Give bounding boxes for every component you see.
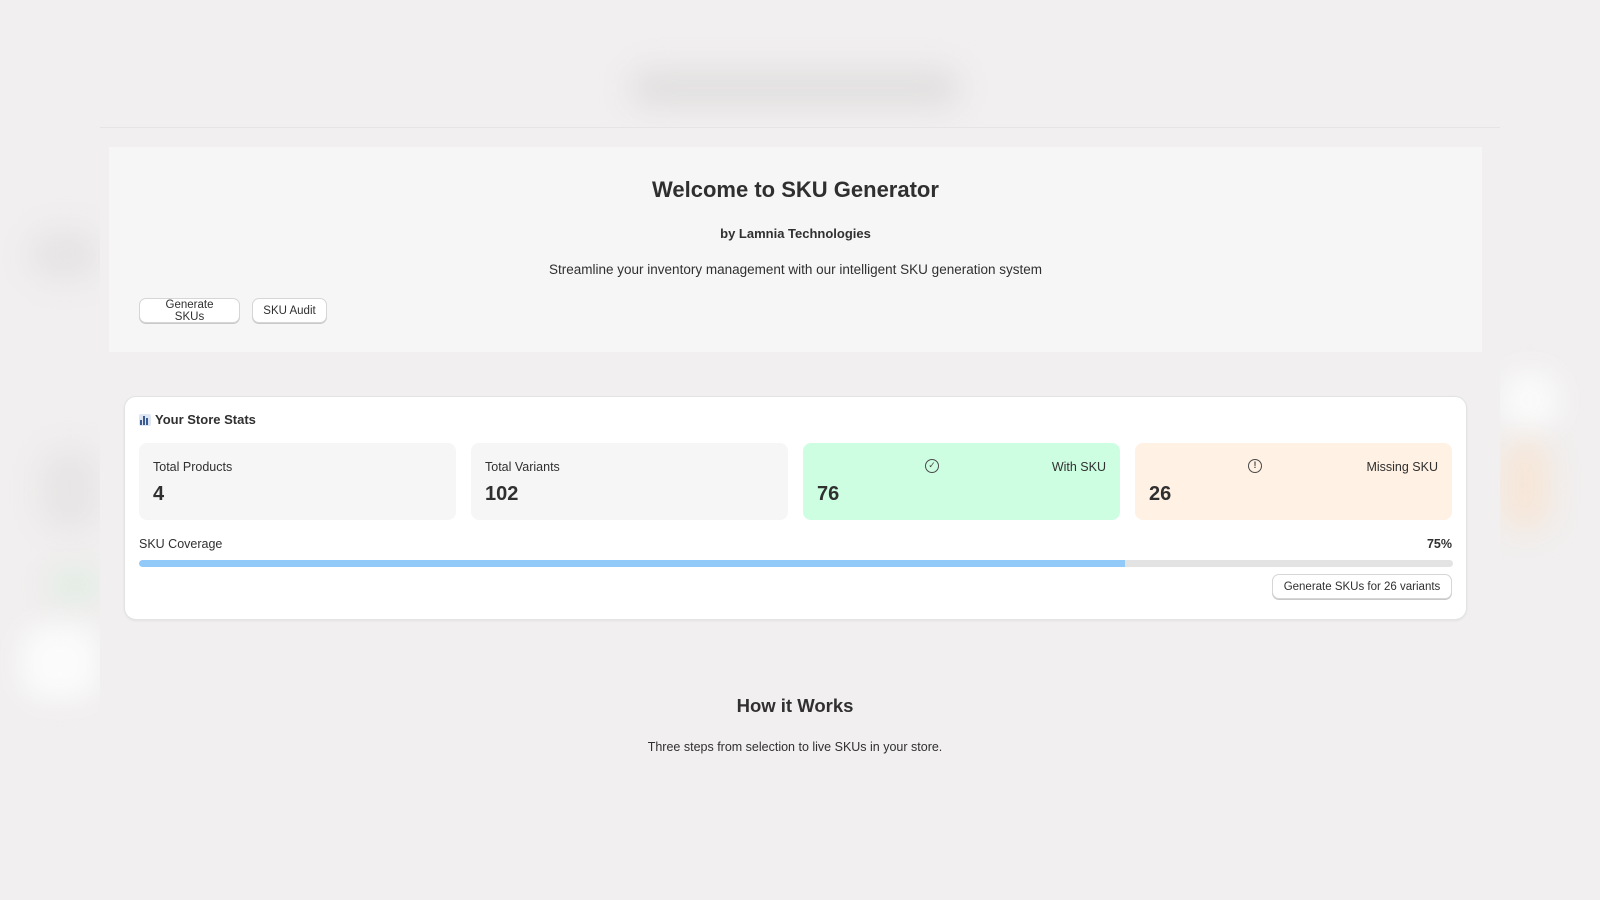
- blurred-side-right-card: [1500, 370, 1560, 430]
- store-stats-title: Your Store Stats: [139, 412, 256, 427]
- how-it-works-description: Three steps from selection to live SKUs …: [647, 740, 943, 754]
- bar-chart-icon: [139, 413, 151, 426]
- stat-tile-missing-sku: ! Missing SKU 26: [1135, 443, 1452, 520]
- sku-audit-button[interactable]: SKU Audit: [252, 298, 327, 323]
- sku-coverage-percent: 75%: [1426, 537, 1452, 551]
- store-stats-title-text: Your Store Stats: [155, 412, 256, 427]
- blurred-header-pill: [630, 68, 960, 108]
- page-title: Welcome to SKU Generator: [652, 177, 939, 202]
- stat-value: 26: [1149, 483, 1172, 505]
- stat-value: 76: [817, 483, 840, 505]
- byline: by Lamnia Technologies: [720, 226, 871, 241]
- stat-tile-total-variants: Total Variants 102: [471, 443, 788, 520]
- stat-tile-with-sku: ✓ With SKU 76: [803, 443, 1120, 520]
- stat-value: 4: [153, 483, 165, 505]
- generate-missing-skus-button[interactable]: Generate SKUs for 26 variants: [1272, 574, 1452, 599]
- welcome-banner: Welcome to SKU Generator by Lamnia Techn…: [109, 147, 1482, 352]
- store-stats-card: Your Store Stats Total Products 4 Total …: [124, 396, 1467, 620]
- alert-circle-icon: !: [1248, 459, 1262, 473]
- stat-label: Total Products: [153, 460, 233, 474]
- generate-skus-button[interactable]: Generate SKUs: [139, 298, 240, 323]
- stat-label: Total Variants: [485, 460, 560, 474]
- blurred-side-right-orange: [1500, 440, 1550, 530]
- sku-coverage-progress-fill: [139, 560, 1125, 567]
- blurred-side-left-white: [20, 625, 100, 700]
- blurred-side-left-card-2: [40, 450, 100, 530]
- check-circle-icon: ✓: [925, 459, 939, 473]
- sku-coverage-label: SKU Coverage: [139, 537, 223, 551]
- stat-label: With SKU: [1051, 460, 1106, 474]
- stat-label: Missing SKU: [1366, 460, 1438, 474]
- stat-value: 102: [485, 483, 519, 505]
- stat-tile-total-products: Total Products 4: [139, 443, 456, 520]
- blurred-side-left-green: [50, 570, 100, 600]
- sku-coverage-progress-bar: [139, 560, 1453, 567]
- how-it-works-title: How it Works: [736, 695, 854, 716]
- hero-description: Streamline your inventory management wit…: [549, 262, 1042, 277]
- blurred-side-left-card: [30, 230, 100, 280]
